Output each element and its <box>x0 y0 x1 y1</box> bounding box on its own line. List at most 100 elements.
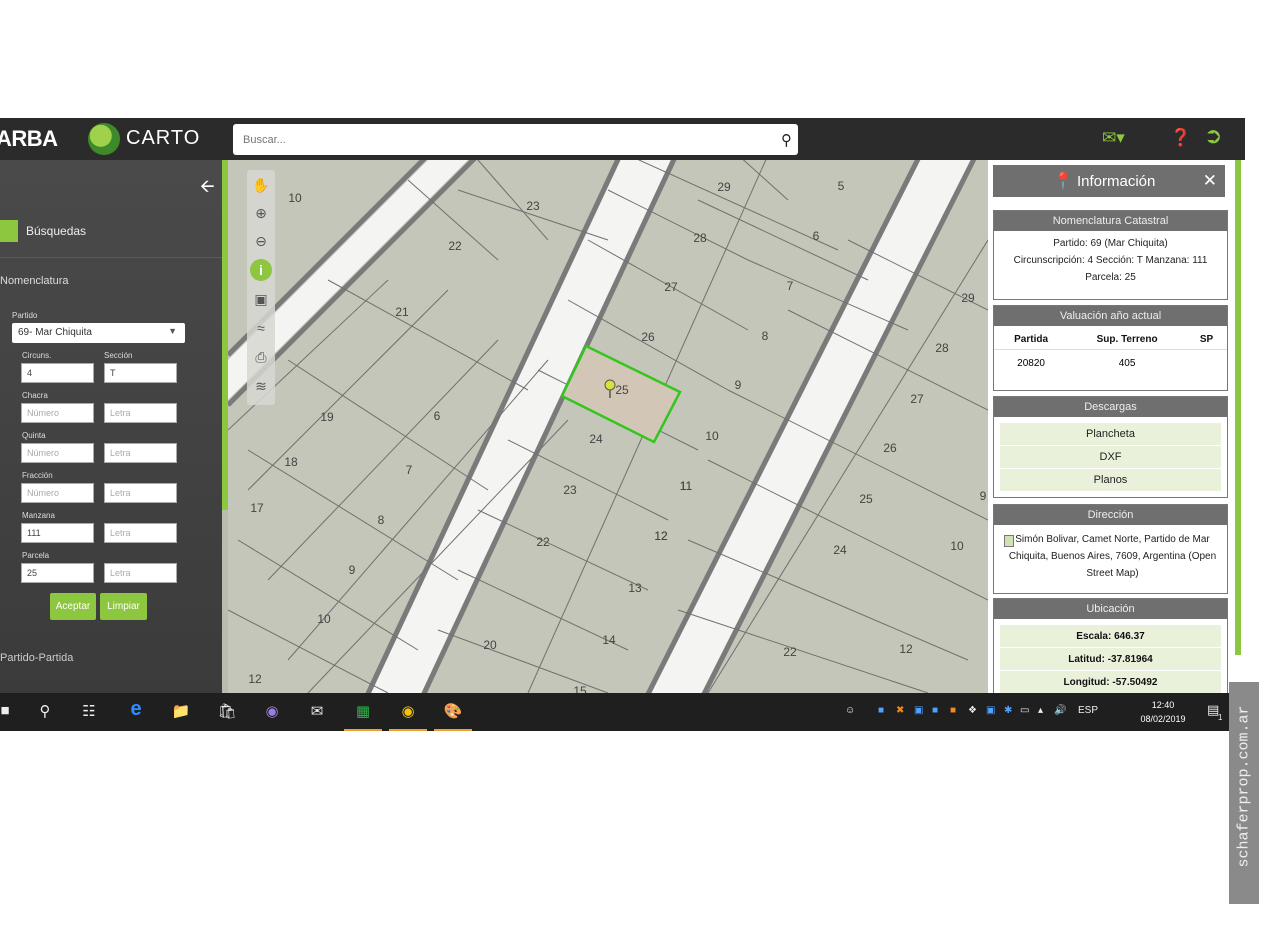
partido-partida-label[interactable]: Partido-Partida <box>0 652 73 664</box>
limpiar-button[interactable]: Limpiar <box>100 593 147 620</box>
close-icon[interactable]: ✕ <box>1203 171 1217 191</box>
search-sidebar: 🡨 Búsquedas Nomenclatura Partido 69- Mar… <box>0 160 228 693</box>
chacra-label: Chacra <box>22 391 48 400</box>
column-header: Sup. Terreno <box>1096 334 1158 345</box>
paint-icon[interactable]: 🎨 <box>434 702 472 731</box>
mail-app-icon[interactable]: ✉ <box>306 702 328 722</box>
people-icon[interactable]: ☺ <box>845 705 855 716</box>
ruler-icon[interactable]: ≈ <box>250 317 272 339</box>
search-icon[interactable]: ⚲ <box>34 702 56 722</box>
busquedas-label[interactable]: Búsquedas <box>26 224 86 238</box>
zoom-out-icon[interactable]: ⊖ <box>250 230 272 252</box>
chacra-numero-field[interactable]: Número <box>21 403 94 423</box>
parcel-label: 10 <box>705 429 719 443</box>
help-icon[interactable]: ❓ <box>1170 128 1191 148</box>
aceptar-button[interactable]: Aceptar <box>50 593 96 620</box>
watermark-text: schaferprop.com.ar <box>1235 705 1253 868</box>
parcela-numero-field[interactable]: 25 <box>21 563 94 583</box>
circuns-field[interactable]: 4 <box>21 363 94 383</box>
carto-logo[interactable]: CARTO <box>126 127 200 150</box>
partida-cell: 20820 <box>1017 358 1045 369</box>
table-header-row: Partida Sup. Terreno SP <box>994 326 1227 350</box>
search-icon[interactable]: ⚲ <box>781 131 792 149</box>
parcel-label: 6 <box>813 229 820 243</box>
file-explorer-icon[interactable]: 📁 <box>170 702 192 722</box>
parcela-letra-field[interactable]: Letra <box>104 563 177 583</box>
parcel-label: 22 <box>536 535 550 549</box>
longitud-row: Longitud: -57.50492 <box>1000 671 1221 693</box>
escala-value: 646.37 <box>1114 631 1145 642</box>
bluetooth-icon[interactable]: ✱ <box>1004 705 1012 716</box>
seccion-field[interactable]: T <box>104 363 177 383</box>
logout-icon[interactable]: ➲ <box>1204 123 1222 149</box>
task-view-icon[interactable]: ☷ <box>78 702 100 722</box>
parcel-label: 10 <box>317 612 331 626</box>
parcel-label: 22 <box>448 239 462 253</box>
manzana-numero-field[interactable]: 111 <box>21 523 94 543</box>
panel-scrollbar[interactable] <box>1235 160 1241 655</box>
battery-icon[interactable]: ▭ <box>1020 705 1029 716</box>
valuacion-table: Partida Sup. Terreno SP 20820 405 <box>994 326 1227 373</box>
arrow-left-icon[interactable]: 🡨 <box>200 174 215 204</box>
planos-link[interactable]: Planos <box>1000 469 1221 492</box>
fraccion-numero-field[interactable]: Número <box>21 483 94 503</box>
manzana-letra-field[interactable]: Letra <box>104 523 177 543</box>
quinta-label: Quinta <box>22 431 46 440</box>
latitud-value: -37.81964 <box>1107 654 1153 665</box>
parcel-label: 26 <box>883 441 897 455</box>
edge-browser-icon[interactable]: e <box>125 698 147 720</box>
chrome-icon[interactable]: ◉ <box>389 702 427 731</box>
quinta-letra-field[interactable]: Letra <box>104 443 177 463</box>
layers-icon[interactable]: ≋ <box>250 375 272 397</box>
info-icon[interactable]: i <box>250 259 272 281</box>
nomenclatura-parcela: Parcela: 25 <box>1085 272 1136 283</box>
tray-app-icon[interactable]: ■ <box>950 705 956 716</box>
tray-app-icon[interactable]: ❖ <box>968 705 977 716</box>
zoom-in-icon[interactable]: ⊕ <box>250 202 272 224</box>
search-input[interactable] <box>243 130 763 150</box>
volume-icon[interactable]: 🔊 <box>1054 705 1066 716</box>
tray-app-icon[interactable]: ▣ <box>914 705 923 716</box>
network-icon[interactable]: ▴ <box>1038 705 1043 716</box>
store-icon[interactable]: 🛍 <box>216 702 238 722</box>
start-windows-icon[interactable]: ■ <box>0 702 16 722</box>
latitud-label: Latitud: <box>1068 654 1105 665</box>
clock-date: 08/02/2019 <box>1140 714 1186 724</box>
parcel-label: 12 <box>899 642 913 656</box>
excel-icon[interactable]: ▦ <box>344 702 382 731</box>
screenshot: ARBA CARTO ⚲ ✉▾ ❓ ➲ 🡨 Búsquedas Nomencla… <box>0 0 1267 950</box>
parcel-label: 5 <box>838 179 845 193</box>
language-indicator[interactable]: ESP <box>1078 705 1098 716</box>
parcel-label: 13 <box>628 581 642 595</box>
mail-icon[interactable]: ✉▾ <box>1102 128 1125 148</box>
parcel-label: 28 <box>935 341 949 355</box>
partido-select[interactable]: 69- Mar Chiquita ▼ <box>12 323 185 343</box>
cadastral-map[interactable]: 10 23 22 21 19 6 18 7 17 8 9 10 12 29 28… <box>228 160 988 693</box>
dxf-link[interactable]: DXF <box>1000 446 1221 469</box>
chacra-letra-field[interactable]: Letra <box>104 403 177 423</box>
plancheta-link[interactable]: Plancheta <box>1000 423 1221 446</box>
map-canvas[interactable]: 10 23 22 21 19 6 18 7 17 8 9 10 12 29 28… <box>228 160 988 693</box>
print-icon[interactable]: ⎙ <box>250 346 272 368</box>
parcel-label: 27 <box>664 280 678 294</box>
parcel-label: 10 <box>288 191 302 205</box>
nomenclatura-title[interactable]: Nomenclatura <box>0 275 68 287</box>
parcel-label: 20 <box>483 638 497 652</box>
tray-app-icon[interactable]: ■ <box>878 705 884 716</box>
fraccion-letra-field[interactable]: Letra <box>104 483 177 503</box>
clock-time: 12:40 <box>1151 700 1175 710</box>
firefox-icon[interactable]: ◉ <box>261 702 283 722</box>
nomenclatura-partido: Partido: 69 (Mar Chiquita) <box>1053 238 1168 249</box>
measure-area-icon[interactable]: ▣ <box>250 288 272 310</box>
quinta-numero-field[interactable]: Número <box>21 443 94 463</box>
arba-logo[interactable]: ARBA <box>0 126 58 152</box>
direccion-value: Simón Bolivar, Camet Norte, Partido de M… <box>1008 534 1217 579</box>
pan-hand-icon[interactable]: ✋ <box>250 174 272 196</box>
tray-app-icon[interactable]: ■ <box>932 705 938 716</box>
clock[interactable]: 12:40 08/02/2019 <box>1134 698 1192 726</box>
parcel-label: 12 <box>654 529 668 543</box>
tray-app-icon[interactable]: ▣ <box>986 705 995 716</box>
column-header: Partida <box>1014 334 1049 345</box>
search-box[interactable]: ⚲ <box>233 124 798 155</box>
tray-app-icon[interactable]: ✖ <box>896 705 904 716</box>
